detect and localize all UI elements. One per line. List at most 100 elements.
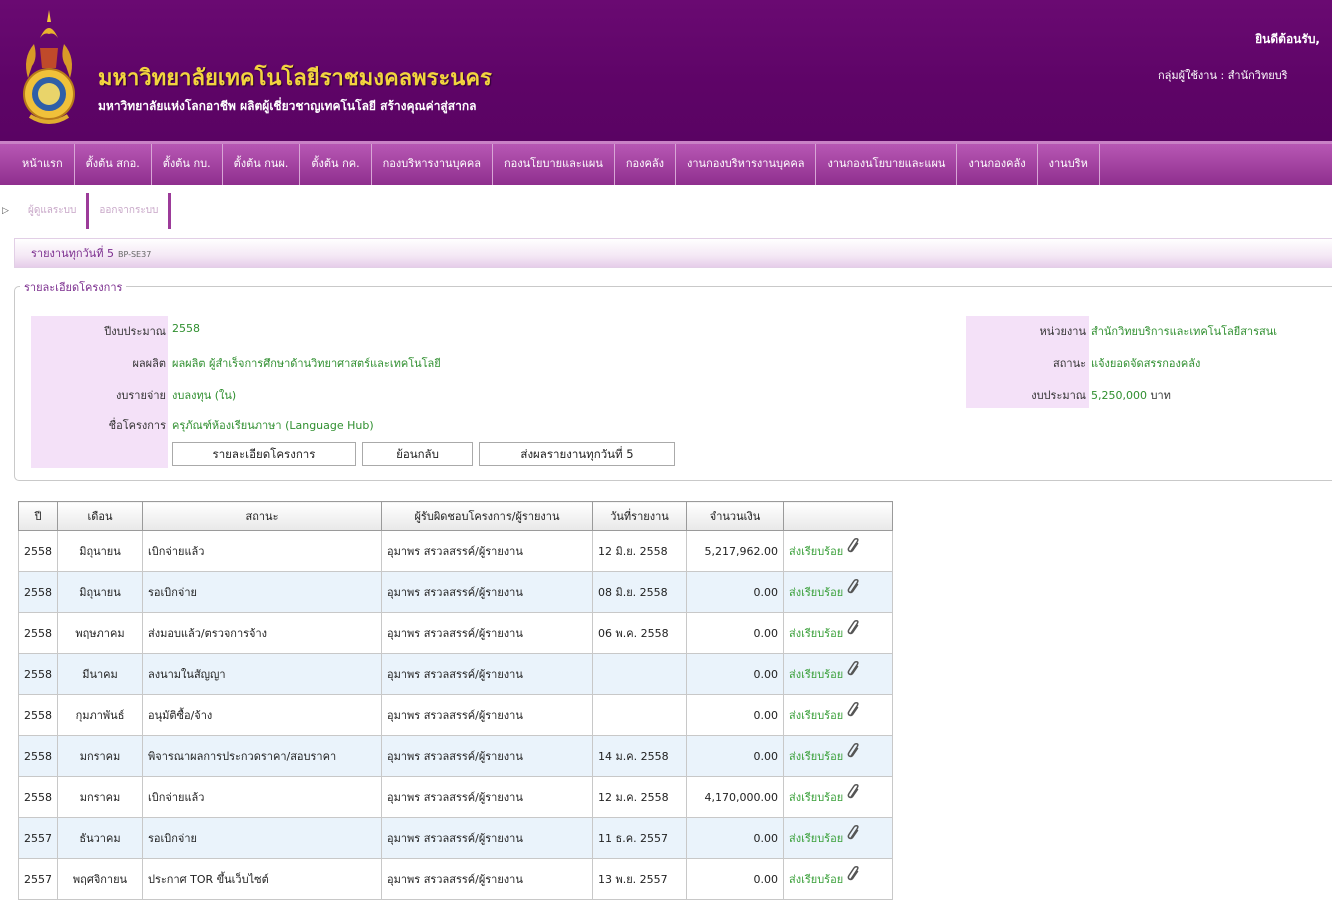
welcome-text: ยินดีต้อนรับ, (1255, 32, 1320, 46)
reporter-cell: อุมาพร สรวลสรรค์/ผู้รายงาน (381, 612, 593, 654)
main-nav: หน้าแรก ตั้งต้น สกอ. ตั้งต้น กบ. ตั้งต้น กน… (0, 141, 1332, 185)
month-cell: พฤษภาคม (57, 612, 143, 654)
col-report-date: วันที่รายงาน (592, 501, 687, 531)
budget-value: 5,250,000 บาท (1091, 389, 1171, 402)
logout-link[interactable]: ออกจากระบบ (89, 193, 172, 229)
nav-item-setup-policy[interactable]: ตั้งต้น กนผ. (223, 144, 301, 185)
action-cell: ส่งเรียบร้อย (783, 530, 893, 572)
amount-cell: 0.00 (686, 694, 784, 736)
nav-item-home[interactable]: หน้าแรก (0, 144, 75, 185)
report-date-cell: 08 มิ.ย. 2558 (592, 571, 687, 613)
year-cell: 2558 (18, 694, 58, 736)
report-date-cell: 12 ม.ค. 2558 (592, 776, 687, 818)
page-title: รายงานทุกวันที่ 5 (31, 247, 114, 260)
sent-status-link[interactable]: ส่งเรียบร้อย (789, 873, 843, 886)
nav-item-admin-work[interactable]: งานบริห (1038, 144, 1100, 185)
paperclip-icon[interactable] (847, 620, 861, 636)
nav-item-personnel-work[interactable]: งานกองบริหารงานบุคคล (676, 144, 817, 185)
status-cell: ประกาศ TOR ขึ้นเว็บไซต์ (142, 858, 382, 900)
reporter-cell: อุมาพร สรวลสรรค์/ผู้รายงาน (381, 694, 593, 736)
paperclip-icon[interactable] (847, 661, 861, 677)
action-cell: ส่งเรียบร้อย (783, 653, 893, 695)
nav-item-finance-work[interactable]: งานกองคลัง (957, 144, 1038, 185)
table-row: 2558 พฤษภาคม ส่งมอบแล้ว/ตรวจการจ้าง อุมาพร … (18, 612, 893, 654)
nav-item-personnel-division[interactable]: กองบริหารงานบุคคล (372, 144, 493, 185)
nav-item-policy-work[interactable]: งานกองนโยบายและแผน (816, 144, 958, 185)
submit-report-button[interactable]: ส่งผลรายงานทุกวันที่ 5 (479, 442, 675, 466)
paperclip-icon[interactable] (847, 866, 861, 882)
sent-status-link[interactable]: ส่งเรียบร้อย (789, 791, 843, 804)
sent-status-link[interactable]: ส่งเรียบร้อย (789, 545, 843, 558)
status-cell: เบิกจ่ายแล้ว (142, 530, 382, 572)
action-cell: ส่งเรียบร้อย (783, 694, 893, 736)
status-cell: ส่งมอบแล้ว/ตรวจการจ้าง (142, 612, 382, 654)
table-row: 2558 กุมภาพันธ์ อนุมัติซื้อ/จ้าง อุมาพร สรว… (18, 694, 893, 736)
reporter-cell: อุมาพร สรวลสรรค์/ผู้รายงาน (381, 735, 593, 777)
col-status: สถานะ (142, 501, 382, 531)
status-cell: ลงนามในสัญญา (142, 653, 382, 695)
university-name: มหาวิทยาลัยเทคโนโลยีราชมงคลพระนคร (98, 66, 492, 91)
amount-cell: 0.00 (686, 612, 784, 654)
nav-item-finance-division[interactable]: กองคลัง (615, 144, 676, 185)
paperclip-icon[interactable] (847, 579, 861, 595)
admin-link[interactable]: ผู้ดูแลระบบ (28, 193, 90, 229)
sub-nav: ผู้ดูแลระบบ ออกจากระบบ (28, 193, 172, 229)
col-action (783, 501, 893, 531)
amount-cell: 4,170,000.00 (686, 776, 784, 818)
page-code: BP-SE37 (117, 250, 152, 259)
sent-status-link[interactable]: ส่งเรียบร้อย (789, 586, 843, 599)
reporter-cell: อุมาพร สรวลสรรค์/ผู้รายงาน (381, 530, 593, 572)
sent-status-link[interactable]: ส่งเรียบร้อย (789, 668, 843, 681)
paperclip-icon[interactable] (847, 538, 861, 554)
col-year: ปี (18, 501, 58, 531)
sent-status-link[interactable]: ส่งเรียบร้อย (789, 709, 843, 722)
action-cell: ส่งเรียบร้อย (783, 817, 893, 859)
project-name-value: ครุภัณฑ์ห้องเรียนภาษา (Language Hub) (172, 419, 374, 432)
col-month: เดือน (57, 501, 143, 531)
report-date-cell: 11 ธ.ค. 2557 (592, 817, 687, 859)
table-row: 2558 มิถุนายน รอเบิกจ่าย อุมาพร สรวลสรรค์/ผ… (18, 571, 893, 613)
collapse-arrow-icon[interactable]: ▷ (2, 206, 9, 216)
year-cell: 2557 (18, 817, 58, 859)
status-cell: เบิกจ่ายแล้ว (142, 776, 382, 818)
sent-status-link[interactable]: ส่งเรียบร้อย (789, 627, 843, 640)
action-cell: ส่งเรียบร้อย (783, 612, 893, 654)
table-row: 2557 ธันวาคม รอเบิกจ่าย อุมาพร สรวลสรรค์/ผู… (18, 817, 893, 859)
action-cell: ส่งเรียบร้อย (783, 776, 893, 818)
month-cell: พฤศจิกายน (57, 858, 143, 900)
year-cell: 2558 (18, 612, 58, 654)
paperclip-icon[interactable] (847, 702, 861, 718)
month-cell: มกราคม (57, 776, 143, 818)
nav-item-policy-division[interactable]: กองนโยบายและแผน (493, 144, 615, 185)
report-date-cell: 06 พ.ค. 2558 (592, 612, 687, 654)
nav-item-setup-budget[interactable]: ตั้งต้น กบ. (152, 144, 223, 185)
nav-item-setup-ohec[interactable]: ตั้งต้น สกอ. (75, 144, 152, 185)
output-value: ผลผลิต ผู้สำเร็จการศึกษาด้านวิทยาศาสตร์แ… (172, 357, 441, 370)
report-date-cell: 14 ม.ค. 2558 (592, 735, 687, 777)
year-cell: 2558 (18, 735, 58, 777)
paperclip-icon[interactable] (847, 743, 861, 759)
month-cell: มิถุนายน (57, 530, 143, 572)
report-date-cell (592, 694, 687, 736)
user-group-text: กลุ่มผู้ใช้งาน : สำนักวิทยบริ (1158, 69, 1288, 82)
paperclip-icon[interactable] (847, 784, 861, 800)
project-details-button[interactable]: รายละเอียดโครงการ (172, 442, 356, 466)
table-header-row: ปี เดือน สถานะ ผู้รับผิดชอบโครงการ/ผู้รา… (18, 501, 893, 531)
sent-status-link[interactable]: ส่งเรียบร้อย (789, 832, 843, 845)
back-button[interactable]: ย้อนกลับ (362, 442, 473, 466)
action-cell: ส่งเรียบร้อย (783, 571, 893, 613)
year-cell: 2558 (18, 653, 58, 695)
col-reporter: ผู้รับผิดชอบโครงการ/ผู้รายงาน (381, 501, 593, 531)
table-row: 2558 มกราคม เบิกจ่ายแล้ว อุมาพร สรวลสรรค์/ผ… (18, 776, 893, 818)
year-cell: 2558 (18, 571, 58, 613)
report-date-cell: 12 มิ.ย. 2558 (592, 530, 687, 572)
status-cell: พิจารณาผลการประกวดราคา/สอบราคา (142, 735, 382, 777)
sent-status-link[interactable]: ส่งเรียบร้อย (789, 750, 843, 763)
reporter-cell: อุมาพร สรวลสรรค์/ผู้รายงาน (381, 653, 593, 695)
action-cell: ส่งเรียบร้อย (783, 858, 893, 900)
nav-item-setup-finance[interactable]: ตั้งต้น กค. (300, 144, 372, 185)
table-row: 2558 มีนาคม ลงนามในสัญญา อุมาพร สรวลสรรค์/ผ… (18, 653, 893, 695)
paperclip-icon[interactable] (847, 825, 861, 841)
action-cell: ส่งเรียบร้อย (783, 735, 893, 777)
amount-cell: 0.00 (686, 653, 784, 695)
